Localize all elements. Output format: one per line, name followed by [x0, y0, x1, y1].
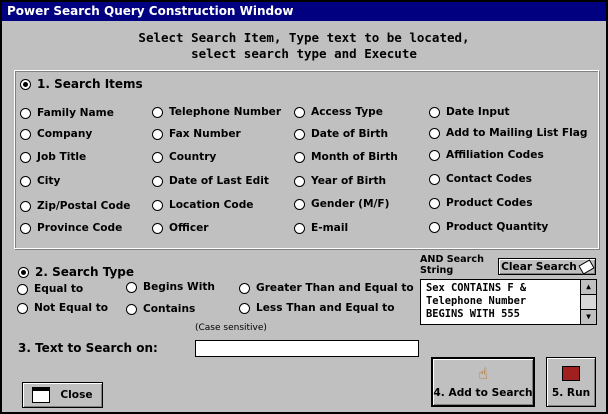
- item-radio[interactable]: [429, 197, 440, 209]
- type-greater-than-equal[interactable]: Greater Than and Equal to: [239, 280, 414, 296]
- search-string-line: BEGINS WITH 555: [426, 308, 520, 320]
- item-telephone-number[interactable]: Telephone Number: [152, 104, 281, 120]
- type-radio[interactable]: [239, 302, 250, 314]
- text-search-input[interactable]: [195, 340, 419, 357]
- window-title: Power Search Query Construction Window: [2, 2, 606, 21]
- item-radio[interactable]: [20, 200, 31, 212]
- item-radio[interactable]: [20, 107, 31, 119]
- item-city[interactable]: City: [20, 173, 60, 189]
- type-begins-with[interactable]: Begins With: [126, 279, 215, 295]
- type-radio[interactable]: [239, 282, 250, 294]
- item-date-of-birth[interactable]: Date of Birth: [294, 126, 388, 142]
- item-radio[interactable]: [152, 151, 163, 163]
- item-radio[interactable]: [294, 175, 305, 187]
- and-search-label-line1: AND Search: [420, 254, 484, 265]
- text-search-label: 3. Text to Search on:: [18, 341, 158, 355]
- item-product-codes[interactable]: Product Codes: [429, 195, 533, 211]
- item-radio[interactable]: [429, 127, 440, 139]
- item-family-name[interactable]: Family Name: [20, 105, 114, 121]
- type-not-equal-to[interactable]: Not Equal to: [17, 300, 108, 316]
- case-sensitive-note: (Case sensitive): [195, 323, 267, 333]
- item-radio[interactable]: [429, 173, 440, 185]
- type-radio[interactable]: [17, 283, 28, 295]
- scroll-up-arrow-icon[interactable]: ▲: [581, 280, 596, 295]
- item-radio[interactable]: [429, 149, 440, 161]
- item-gender[interactable]: Gender (M/F): [294, 196, 389, 212]
- item-e-mail[interactable]: E-mail: [294, 220, 348, 236]
- type-radio[interactable]: [126, 281, 137, 293]
- eraser-icon: [578, 258, 595, 275]
- item-contact-codes[interactable]: Contact Codes: [429, 171, 532, 187]
- item-radio[interactable]: [429, 221, 440, 233]
- instruction-line-1: Select Search Item, Type text to be loca…: [138, 30, 470, 45]
- search-items-radio[interactable]: [20, 78, 31, 90]
- item-radio[interactable]: [152, 106, 163, 118]
- and-search-label: AND Search String: [420, 254, 484, 276]
- search-items-header[interactable]: 1. Search Items: [20, 76, 143, 92]
- item-radio[interactable]: [152, 175, 163, 187]
- type-contains[interactable]: Contains: [126, 301, 195, 317]
- type-radio[interactable]: [126, 303, 137, 315]
- item-date-input[interactable]: Date Input: [429, 104, 510, 120]
- item-date-of-last-edit[interactable]: Date of Last Edit: [152, 173, 269, 189]
- search-string-line: Telephone Number: [426, 295, 527, 307]
- scroll-down-arrow-icon[interactable]: ▼: [581, 309, 596, 324]
- item-radio[interactable]: [20, 175, 31, 187]
- item-product-quantity[interactable]: Product Quantity: [429, 219, 548, 235]
- item-radio[interactable]: [20, 151, 31, 163]
- item-radio[interactable]: [20, 222, 31, 234]
- type-radio[interactable]: [17, 302, 28, 314]
- item-radio[interactable]: [294, 151, 305, 163]
- item-province-code[interactable]: Province Code: [20, 220, 122, 236]
- search-string-line: Sex CONTAINS F &: [426, 282, 527, 294]
- close-window-icon: [32, 387, 51, 403]
- item-radio[interactable]: [152, 199, 163, 211]
- item-radio[interactable]: [20, 128, 31, 140]
- search-type-header[interactable]: 2. Search Type: [18, 264, 134, 280]
- pointing-hand-icon: ☝: [478, 364, 488, 383]
- item-fax-number[interactable]: Fax Number: [152, 126, 241, 142]
- query-window: Power Search Query Construction Window S…: [0, 0, 608, 414]
- list-scrollbar[interactable]: ▲ ▼: [580, 280, 596, 324]
- item-job-title[interactable]: Job Title: [20, 149, 86, 165]
- item-radio[interactable]: [152, 128, 163, 140]
- run-button[interactable]: 5. Run: [546, 357, 596, 407]
- item-radio[interactable]: [294, 198, 305, 210]
- type-equal-to[interactable]: Equal to: [17, 281, 83, 297]
- add-to-search-button[interactable]: ☝ 4. Add to Search: [431, 357, 535, 407]
- item-month-of-birth[interactable]: Month of Birth: [294, 149, 398, 165]
- item-year-of-birth[interactable]: Year of Birth: [294, 173, 386, 189]
- and-search-string-list[interactable]: Sex CONTAINS F & Telephone Number BEGINS…: [420, 279, 597, 325]
- item-radio[interactable]: [294, 222, 305, 234]
- item-add-to-mailing-list-flag[interactable]: Add to Mailing List Flag: [429, 125, 588, 141]
- and-search-label-line2: String: [420, 265, 454, 276]
- item-officer[interactable]: Officer: [152, 220, 209, 236]
- type-less-than-equal[interactable]: Less Than and Equal to: [239, 300, 395, 316]
- item-country[interactable]: Country: [152, 149, 216, 165]
- item-radio[interactable]: [294, 106, 305, 118]
- item-affiliation-codes[interactable]: Affiliation Codes: [429, 147, 544, 163]
- run-icon: [562, 365, 580, 381]
- item-zip-postal-code[interactable]: Zip/Postal Code: [20, 198, 130, 214]
- item-location-code[interactable]: Location Code: [152, 197, 253, 213]
- item-company[interactable]: Company: [20, 126, 92, 142]
- item-radio[interactable]: [429, 106, 440, 118]
- item-radio[interactable]: [152, 222, 163, 234]
- search-type-radio[interactable]: [18, 266, 29, 278]
- item-access-type[interactable]: Access Type: [294, 104, 383, 120]
- instruction-line-2: select search type and Execute: [191, 46, 417, 61]
- clear-search-button[interactable]: Clear Search: [498, 258, 596, 275]
- item-radio[interactable]: [294, 128, 305, 140]
- close-button[interactable]: Close: [22, 382, 103, 408]
